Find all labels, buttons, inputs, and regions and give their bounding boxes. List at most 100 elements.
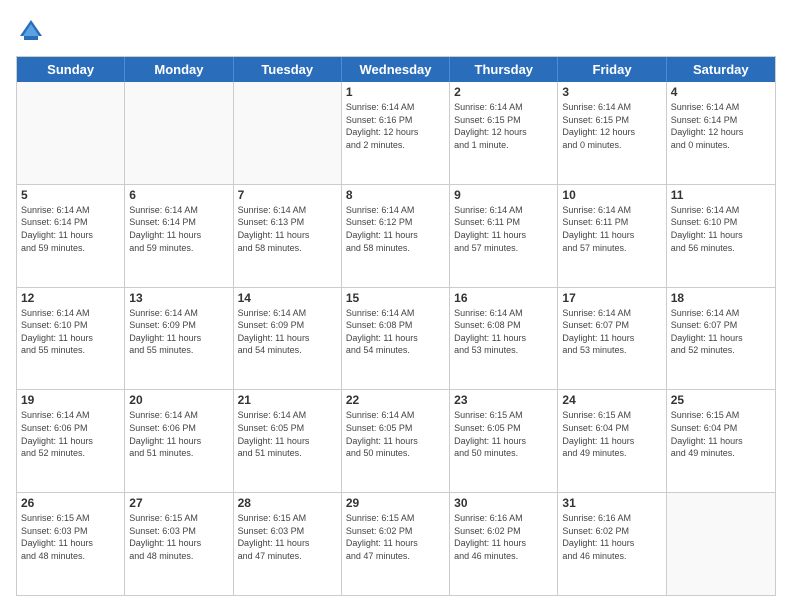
day-info: Sunrise: 6:14 AM Sunset: 6:14 PM Dayligh… (671, 101, 771, 151)
header-day-wednesday: Wednesday (342, 57, 450, 82)
day-number: 30 (454, 496, 553, 510)
day-info: Sunrise: 6:14 AM Sunset: 6:07 PM Dayligh… (671, 307, 771, 357)
logo-icon (16, 16, 46, 46)
day-cell-25: 25 Sunrise: 6:15 AM Sunset: 6:04 PM Dayli… (667, 390, 775, 492)
day-number: 2 (454, 85, 553, 99)
day-info: Sunrise: 6:14 AM Sunset: 6:11 PM Dayligh… (454, 204, 553, 254)
day-number: 26 (21, 496, 120, 510)
day-cell-22: 22 Sunrise: 6:14 AM Sunset: 6:05 PM Dayli… (342, 390, 450, 492)
day-number: 28 (238, 496, 337, 510)
header-day-tuesday: Tuesday (234, 57, 342, 82)
day-number: 22 (346, 393, 445, 407)
day-info: Sunrise: 6:15 AM Sunset: 6:03 PM Dayligh… (238, 512, 337, 562)
header-day-sunday: Sunday (17, 57, 125, 82)
day-info: Sunrise: 6:14 AM Sunset: 6:06 PM Dayligh… (21, 409, 120, 459)
day-number: 14 (238, 291, 337, 305)
day-number: 29 (346, 496, 445, 510)
day-number: 10 (562, 188, 661, 202)
day-info: Sunrise: 6:14 AM Sunset: 6:11 PM Dayligh… (562, 204, 661, 254)
day-info: Sunrise: 6:14 AM Sunset: 6:16 PM Dayligh… (346, 101, 445, 151)
day-number: 5 (21, 188, 120, 202)
day-info: Sunrise: 6:14 AM Sunset: 6:10 PM Dayligh… (671, 204, 771, 254)
day-cell-13: 13Sunrise: 6:14 AM Sunset: 6:09 PM Dayli… (125, 288, 233, 390)
day-cell-28: 28 Sunrise: 6:15 AM Sunset: 6:03 PM Dayli… (234, 493, 342, 595)
day-cell-20: 20Sunrise: 6:14 AM Sunset: 6:06 PM Dayli… (125, 390, 233, 492)
day-number: 19 (21, 393, 120, 407)
day-number: 16 (454, 291, 553, 305)
day-info: Sunrise: 6:14 AM Sunset: 6:05 PM Dayligh… (238, 409, 337, 459)
day-info: Sunrise: 6:14 AM Sunset: 6:15 PM Dayligh… (454, 101, 553, 151)
day-number: 31 (562, 496, 661, 510)
calendar-week-4: 19 Sunrise: 6:14 AM Sunset: 6:06 PM Dayli… (17, 390, 775, 493)
day-info: Sunrise: 6:14 AM Sunset: 6:09 PM Dayligh… (129, 307, 228, 357)
day-info: Sunrise: 6:14 AM Sunset: 6:08 PM Dayligh… (454, 307, 553, 357)
day-cell-9: 9 Sunrise: 6:14 AM Sunset: 6:11 PM Daylig… (450, 185, 558, 287)
day-cell-4: 4 Sunrise: 6:14 AM Sunset: 6:14 PM Daylig… (667, 82, 775, 184)
day-number: 18 (671, 291, 771, 305)
header-day-thursday: Thursday (450, 57, 558, 82)
day-number: 4 (671, 85, 771, 99)
calendar-header-row: SundayMondayTuesdayWednesdayThursdayFrid… (17, 57, 775, 82)
day-info: Sunrise: 6:15 AM Sunset: 6:02 PM Dayligh… (346, 512, 445, 562)
day-info: Sunrise: 6:14 AM Sunset: 6:08 PM Dayligh… (346, 307, 445, 357)
day-info: Sunrise: 6:14 AM Sunset: 6:15 PM Dayligh… (562, 101, 661, 151)
day-number: 11 (671, 188, 771, 202)
day-info: Sunrise: 6:15 AM Sunset: 6:03 PM Dayligh… (129, 512, 228, 562)
day-info: Sunrise: 6:15 AM Sunset: 6:05 PM Dayligh… (454, 409, 553, 459)
day-info: Sunrise: 6:15 AM Sunset: 6:03 PM Dayligh… (21, 512, 120, 562)
empty-cell (667, 493, 775, 595)
day-cell-10: 10 Sunrise: 6:14 AM Sunset: 6:11 PM Dayli… (558, 185, 666, 287)
day-cell-15: 15 Sunrise: 6:14 AM Sunset: 6:08 PM Dayli… (342, 288, 450, 390)
day-number: 7 (238, 188, 337, 202)
calendar-week-3: 12 Sunrise: 6:14 AM Sunset: 6:10 PM Dayli… (17, 288, 775, 391)
day-cell-23: 23 Sunrise: 6:15 AM Sunset: 6:05 PM Dayli… (450, 390, 558, 492)
day-number: 25 (671, 393, 771, 407)
day-number: 23 (454, 393, 553, 407)
day-cell-7: 7 Sunrise: 6:14 AM Sunset: 6:13 PM Daylig… (234, 185, 342, 287)
calendar-body: 1 Sunrise: 6:14 AM Sunset: 6:16 PM Daylig… (17, 82, 775, 595)
header-day-saturday: Saturday (667, 57, 775, 82)
day-number: 1 (346, 85, 445, 99)
day-number: 20 (129, 393, 228, 407)
day-info: Sunrise: 6:16 AM Sunset: 6:02 PM Dayligh… (454, 512, 553, 562)
header (16, 16, 776, 46)
day-cell-14: 14Sunrise: 6:14 AM Sunset: 6:09 PM Dayli… (234, 288, 342, 390)
day-cell-31: 31 Sunrise: 6:16 AM Sunset: 6:02 PM Dayli… (558, 493, 666, 595)
day-number: 24 (562, 393, 661, 407)
day-number: 12 (21, 291, 120, 305)
day-cell-24: 24Sunrise: 6:15 AM Sunset: 6:04 PM Dayli… (558, 390, 666, 492)
day-info: Sunrise: 6:14 AM Sunset: 6:10 PM Dayligh… (21, 307, 120, 357)
day-cell-19: 19 Sunrise: 6:14 AM Sunset: 6:06 PM Dayli… (17, 390, 125, 492)
day-info: Sunrise: 6:14 AM Sunset: 6:07 PM Dayligh… (562, 307, 661, 357)
day-cell-11: 11 Sunrise: 6:14 AM Sunset: 6:10 PM Dayli… (667, 185, 775, 287)
day-info: Sunrise: 6:14 AM Sunset: 6:05 PM Dayligh… (346, 409, 445, 459)
calendar-week-2: 5 Sunrise: 6:14 AM Sunset: 6:14 PM Daylig… (17, 185, 775, 288)
day-info: Sunrise: 6:14 AM Sunset: 6:14 PM Dayligh… (129, 204, 228, 254)
day-number: 3 (562, 85, 661, 99)
day-info: Sunrise: 6:16 AM Sunset: 6:02 PM Dayligh… (562, 512, 661, 562)
day-number: 6 (129, 188, 228, 202)
calendar: SundayMondayTuesdayWednesdayThursdayFrid… (16, 56, 776, 596)
day-cell-17: 17 Sunrise: 6:14 AM Sunset: 6:07 PM Dayli… (558, 288, 666, 390)
day-cell-16: 16 Sunrise: 6:14 AM Sunset: 6:08 PM Dayli… (450, 288, 558, 390)
day-cell-29: 29 Sunrise: 6:15 AM Sunset: 6:02 PM Dayli… (342, 493, 450, 595)
header-day-monday: Monday (125, 57, 233, 82)
day-info: Sunrise: 6:14 AM Sunset: 6:14 PM Dayligh… (21, 204, 120, 254)
day-number: 17 (562, 291, 661, 305)
day-cell-21: 21 Sunrise: 6:14 AM Sunset: 6:05 PM Dayli… (234, 390, 342, 492)
day-cell-2: 2 Sunrise: 6:14 AM Sunset: 6:15 PM Daylig… (450, 82, 558, 184)
day-info: Sunrise: 6:14 AM Sunset: 6:13 PM Dayligh… (238, 204, 337, 254)
page: SundayMondayTuesdayWednesdayThursdayFrid… (0, 0, 792, 612)
day-number: 21 (238, 393, 337, 407)
empty-cell (125, 82, 233, 184)
day-number: 9 (454, 188, 553, 202)
calendar-week-5: 26 Sunrise: 6:15 AM Sunset: 6:03 PM Dayli… (17, 493, 775, 595)
day-cell-26: 26 Sunrise: 6:15 AM Sunset: 6:03 PM Dayli… (17, 493, 125, 595)
day-info: Sunrise: 6:15 AM Sunset: 6:04 PM Dayligh… (671, 409, 771, 459)
header-day-friday: Friday (558, 57, 666, 82)
day-cell-6: 6 Sunrise: 6:14 AM Sunset: 6:14 PM Daylig… (125, 185, 233, 287)
day-cell-8: 8Sunrise: 6:14 AM Sunset: 6:12 PM Daylig… (342, 185, 450, 287)
day-number: 15 (346, 291, 445, 305)
day-cell-27: 27Sunrise: 6:15 AM Sunset: 6:03 PM Dayli… (125, 493, 233, 595)
day-number: 8 (346, 188, 445, 202)
